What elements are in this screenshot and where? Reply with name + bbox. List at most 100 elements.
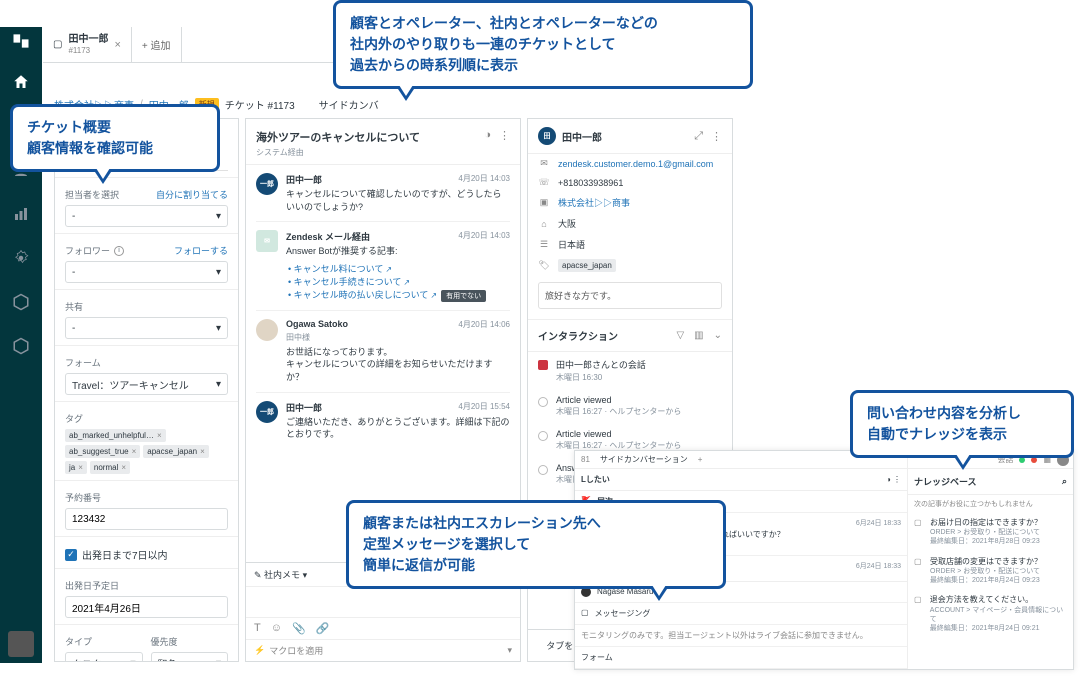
unhelpful-badge: 有用でない [441, 290, 486, 302]
knowledge-item[interactable]: ▢受取店舗の変更はできますか？ORDER > お受取り・配送について最終編集日：… [908, 552, 1073, 591]
assignee-label: 担当者を選択 [65, 188, 119, 201]
mail-icon: ✉ [538, 158, 550, 169]
remove-icon[interactable]: × [132, 447, 137, 456]
lang-icon: ☰ [538, 239, 550, 250]
link-icon[interactable]: 🔗 [316, 622, 330, 635]
tag[interactable]: normal × [90, 461, 130, 474]
type-label: タイプ [65, 635, 143, 648]
org-icon: ▣ [538, 197, 550, 208]
depdate-label: 出発日予定日 [65, 579, 228, 592]
macro-picker[interactable]: ⚡ マクロを適用▾ [246, 639, 520, 661]
callout-1: チケット概要顧客情報を確認可能 [10, 104, 220, 172]
admin-icon[interactable] [4, 241, 38, 275]
tag[interactable]: apacse_japan × [143, 445, 209, 458]
timeline-dot-icon [538, 431, 548, 441]
interaction-row[interactable]: Article viewed木曜日 16:27 · ヘルプセンターから [528, 389, 732, 423]
remove-icon[interactable]: × [121, 463, 126, 472]
knowledge-item[interactable]: ▢退会方法を教えてください。ACCOUNT > マイページ・会員情報について最終… [908, 590, 1073, 638]
remove-icon[interactable]: × [200, 447, 205, 456]
prio-label: 優先度 [151, 635, 229, 648]
box-icon[interactable] [4, 285, 38, 319]
tag-list[interactable]: ab_marked_unhelpful… × ab_suggest_true ×a… [65, 429, 228, 474]
customer-org[interactable]: 株式会社▷▷商事 [558, 196, 630, 209]
avatar-icon: 一郎 [256, 401, 278, 423]
ticket-tab[interactable]: ▢ 田中一郎#1173 × [43, 27, 132, 62]
prio-select[interactable]: 緊急▾ [151, 652, 229, 662]
home-icon[interactable] [4, 65, 38, 99]
check-icon: ✓ [65, 549, 77, 561]
remove-icon[interactable]: × [157, 431, 162, 440]
form-label: フォーム [65, 356, 228, 369]
message: 一郎田中一郎4月20日 15:54ご連絡いただき、ありがとうございます。詳細は下… [256, 392, 510, 449]
text-icon[interactable]: T [254, 622, 261, 635]
tag-label: タグ [65, 412, 228, 425]
follower-select[interactable]: -▾ [65, 261, 228, 283]
tab-sub: #1173 [68, 46, 108, 55]
remove-icon[interactable]: × [78, 463, 83, 472]
callout-3: 顧客または社内エスカレーション先へ定型メッセージを選択して簡単に返信が可能 [346, 500, 726, 589]
chevron-down-icon[interactable]: ⌄ [714, 330, 722, 341]
reporting-icon[interactable] [4, 197, 38, 231]
assignee-select[interactable]: -▾ [65, 205, 228, 227]
article-icon: ▢ [914, 518, 924, 547]
compose-textarea[interactable] [246, 587, 520, 617]
info-icon[interactable]: i [114, 246, 124, 256]
more-icon[interactable]: ⋮ [499, 129, 510, 142]
mini-tab[interactable]: 81 [581, 455, 590, 464]
interaction-title: インタラクション [538, 328, 618, 343]
knowledge-item[interactable]: ▢お届け日の指定はできますか？ORDER > お受取り・配送について最終編集日：… [908, 513, 1073, 552]
me-avatar[interactable] [8, 631, 34, 657]
resnum-label: 予約番号 [65, 491, 228, 504]
ticket-properties-panel: リクエスタ 一郎田中一郎 担当者を選択自分に割り当てる -▾ フォロワーiフォロ… [54, 118, 239, 662]
zendesk-logo [11, 31, 31, 51]
crumb-side: サイドカンバ [319, 97, 379, 112]
msg-timestamp: 4月20日 15:54 [458, 401, 510, 414]
suggested-article-link[interactable]: キャンセル手続きについて↗ [294, 277, 410, 287]
msg-author: Ogawa Satoko [286, 319, 348, 330]
tag[interactable]: ja × [65, 461, 87, 474]
depdate-input[interactable] [65, 596, 228, 618]
message: ✉Zendesk メール経由4月20日 14:03Answer Botが推奨する… [256, 221, 510, 310]
type-select[interactable]: タスク▾ [65, 652, 143, 662]
knowledge-sub: 次の記事がお役に立つかもしれません [908, 495, 1073, 513]
share-select[interactable]: -▾ [65, 317, 228, 339]
within7days-checkbox[interactable]: ✓出発日まで7日以内 [65, 547, 228, 562]
knowledge-title: ナレッジベース [914, 475, 977, 488]
resnum-input[interactable] [65, 508, 228, 530]
box2-icon[interactable] [4, 329, 38, 363]
follow-link[interactable]: フォローする [174, 244, 228, 261]
suggested-article-link[interactable]: キャンセル時の払い戻しについて↗ [294, 290, 437, 300]
tag[interactable]: ab_suggest_true × [65, 445, 140, 458]
interaction-row[interactable]: 田中一郎さんとの会話木曜日 16:30 [528, 352, 732, 389]
close-icon[interactable]: × [114, 39, 120, 51]
article-icon: ▢ [914, 557, 924, 586]
msg-timestamp: 4月20日 14:03 [458, 173, 510, 186]
user-avatar-icon: 田 [538, 127, 556, 145]
emoji-icon[interactable]: ☺ [271, 622, 282, 635]
suggested-article-link[interactable]: キャンセル料について↗ [294, 264, 392, 274]
form-select[interactable]: Travel：ツアーキャンセル▾ [65, 373, 228, 395]
mini-side[interactable]: サイドカンバセーション [600, 454, 688, 465]
tag[interactable]: ab_marked_unhelpful… × [65, 429, 166, 442]
assign-self-link[interactable]: 自分に割り当てる [156, 188, 228, 205]
ticket-source: システム経由 [256, 147, 420, 158]
mini-monitoring: モニタリングのみです。担当エージェント以外はライブ会話に参加できません。 [581, 630, 868, 641]
callout-2: 顧客とオペレーター、社内とオペレーターなどの社内外のやり取りも一連のチケットとし… [333, 0, 753, 89]
filter-icon[interactable]: ▽ [676, 330, 684, 341]
more-icon[interactable]: ⋮ [711, 130, 722, 143]
add-tab[interactable]: + 追加 [132, 27, 182, 62]
article-icon: ▢ [914, 595, 924, 633]
mini-form: フォーム [581, 652, 613, 663]
customer-email[interactable]: zendesk.customer.demo.1@gmail.com [558, 159, 713, 169]
search-icon[interactable]: ⌕ [1062, 476, 1067, 487]
attach-icon[interactable]: 📎 [292, 622, 306, 635]
customer-loc: 大阪 [558, 217, 576, 230]
location-icon: ⌂ [538, 219, 550, 229]
msg-timestamp: 4月20日 14:06 [458, 319, 510, 330]
clock-icon[interactable]: ◑ [484, 129, 491, 142]
customer-note[interactable]: 旅好きな方です。 [538, 282, 722, 309]
expand-icon[interactable]: ⤢ [694, 130, 703, 143]
columns-icon[interactable]: ▥ [694, 330, 703, 341]
ticket-title: 海外ツアーのキャンセルについて [256, 129, 420, 145]
msg-author: 田中一郎 [286, 173, 322, 186]
